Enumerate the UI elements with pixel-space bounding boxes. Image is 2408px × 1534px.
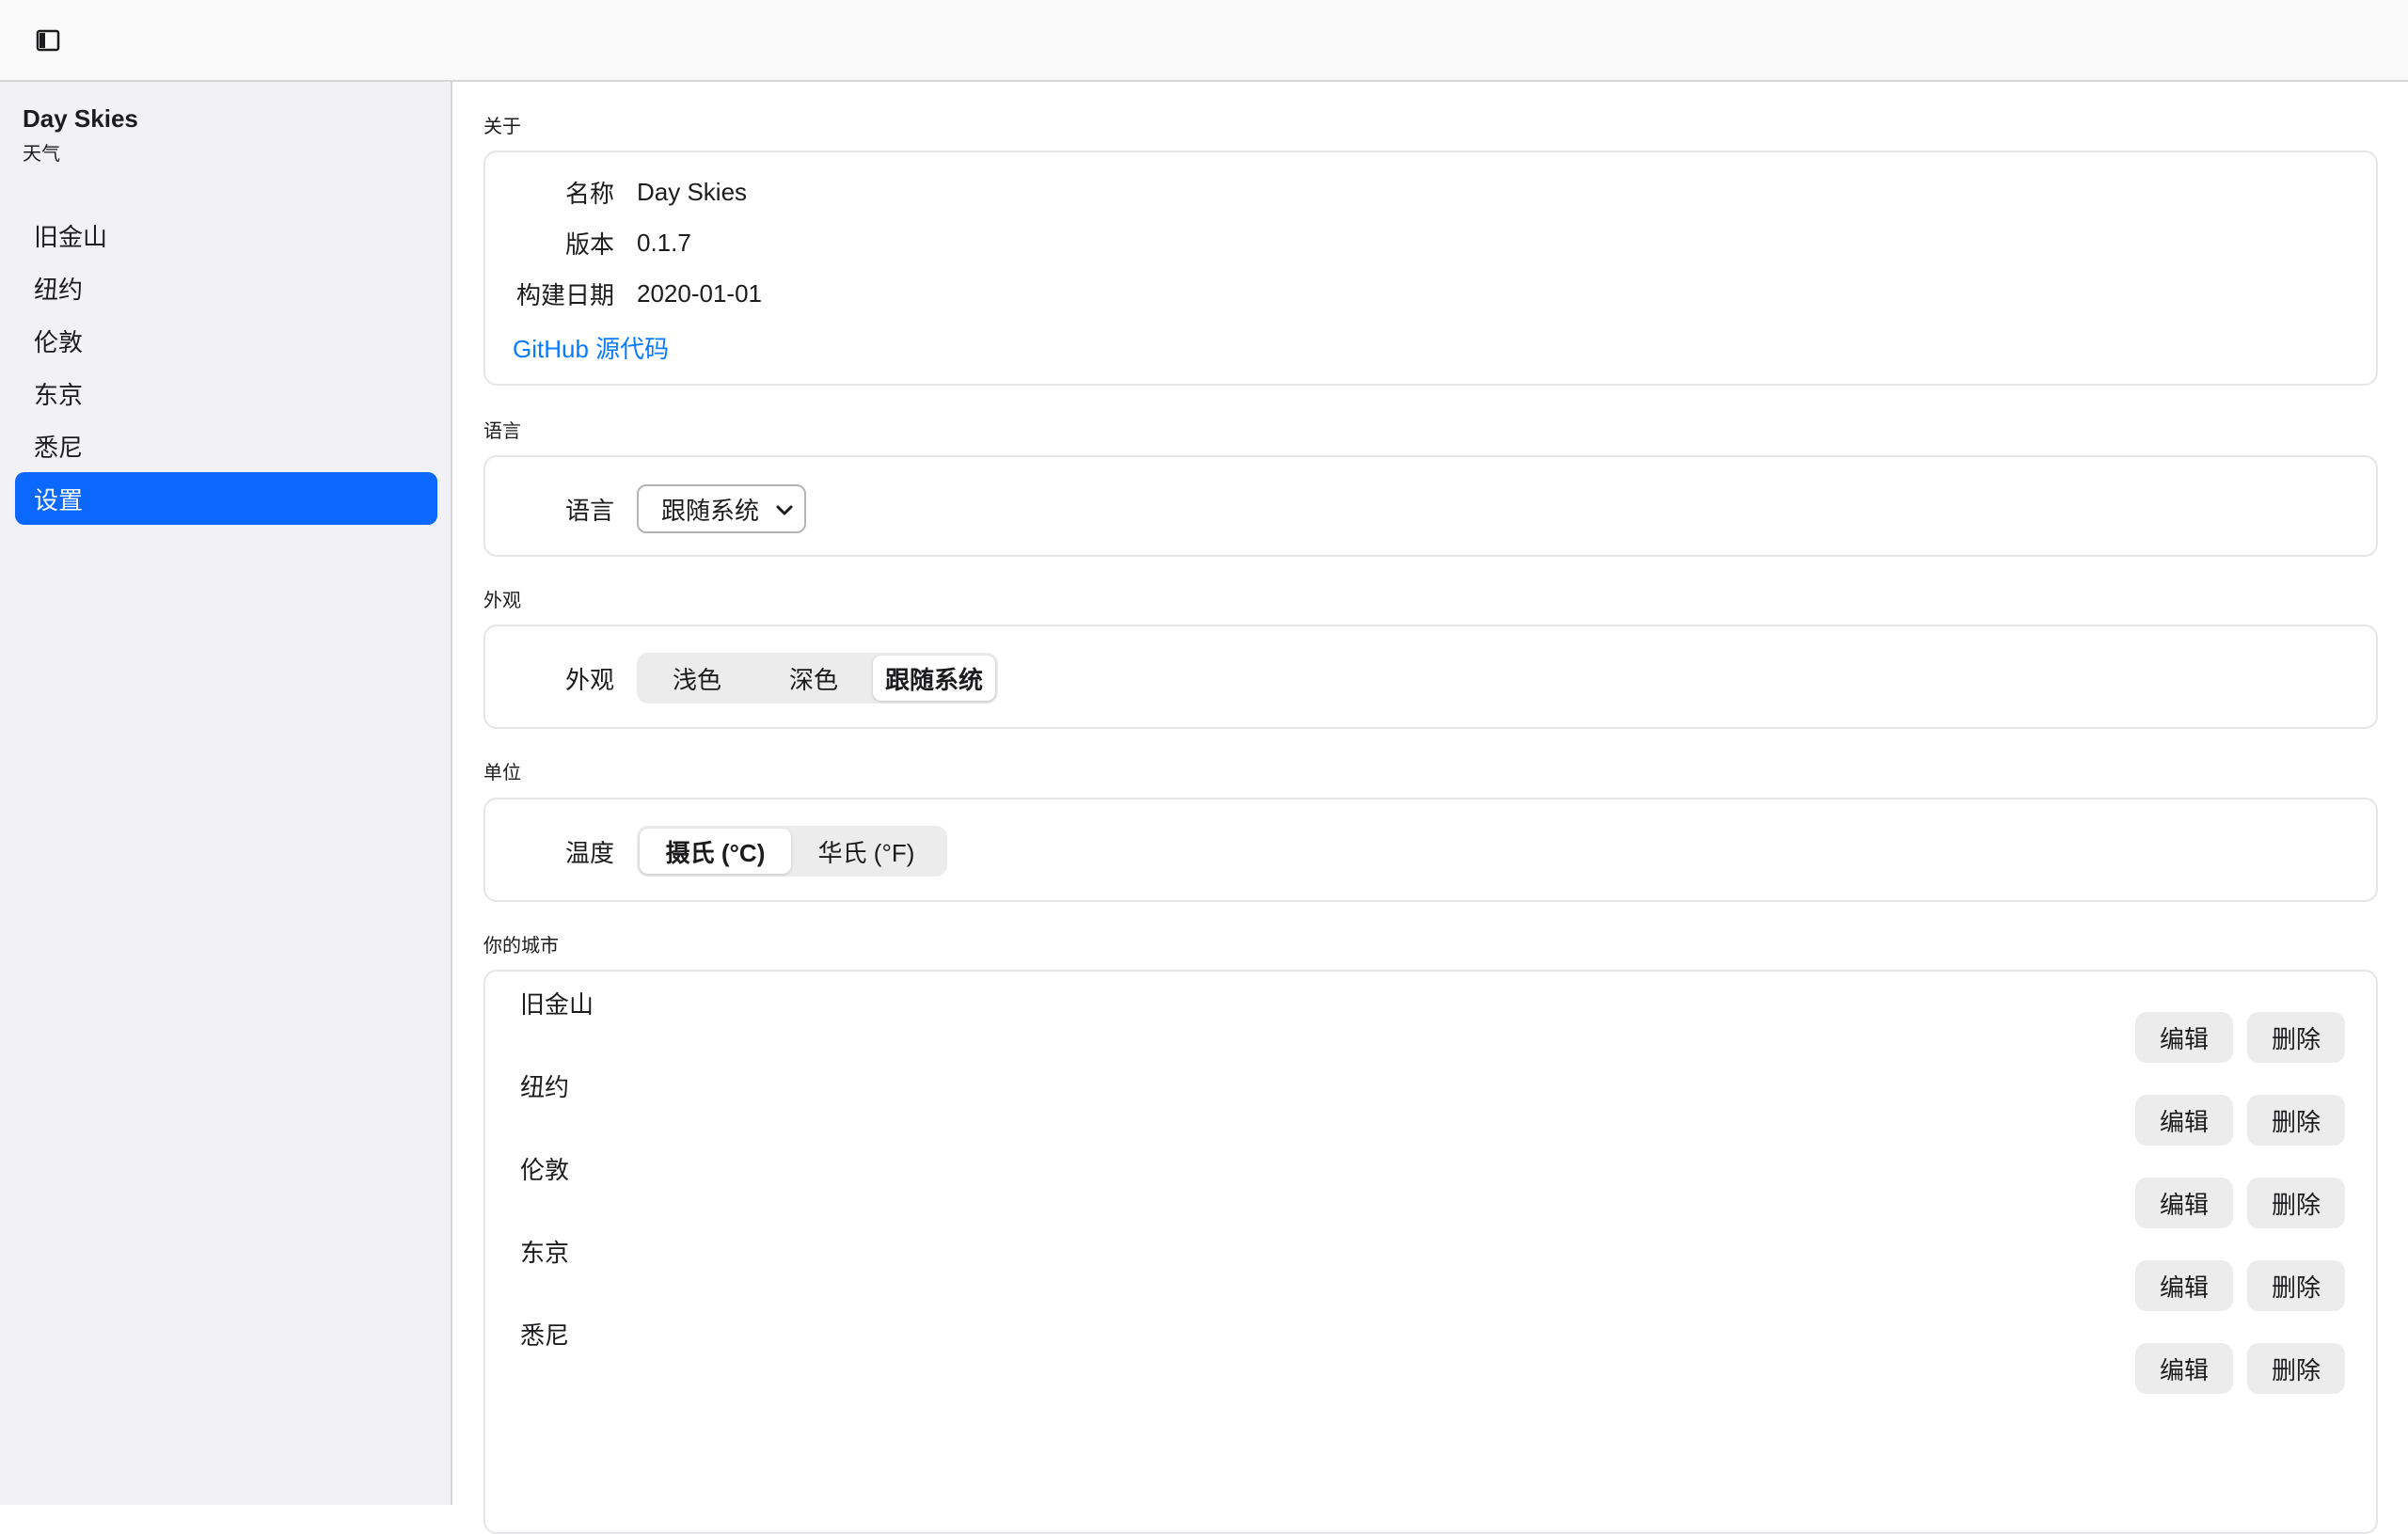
build-date-value: 2020-01-01: [637, 278, 762, 308]
appearance-row: 外观 浅色 深色 跟随系统: [513, 653, 998, 704]
edit-button[interactable]: 编辑: [2135, 1012, 2233, 1063]
sidebar: Day Skies 天气 旧金山 纽约 伦敦 东京 悉尼 设置: [0, 82, 452, 1505]
language-row: 语言 跟随系统: [513, 484, 806, 533]
edit-button[interactable]: 编辑: [2135, 1095, 2233, 1146]
delete-button[interactable]: 删除: [2247, 1260, 2345, 1311]
appearance-card: 外观 浅色 深色 跟随系统: [483, 625, 2378, 729]
section-title-language: 语言: [483, 421, 521, 442]
build-date-label: 构建日期: [515, 280, 614, 309]
appearance-light-option[interactable]: 浅色: [640, 656, 754, 701]
edit-button[interactable]: 编辑: [2135, 1260, 2233, 1311]
fahrenheit-option[interactable]: 华氏 (°F): [791, 829, 942, 874]
language-card: 语言 跟随系统: [483, 455, 2378, 557]
edit-button[interactable]: 编辑: [2135, 1178, 2233, 1228]
section-title-units: 单位: [483, 763, 521, 783]
sidebar-item-san-francisco[interactable]: 旧金山: [15, 209, 437, 261]
city-name: 悉尼: [520, 1321, 570, 1350]
appearance-label: 外观: [564, 665, 614, 694]
appearance-dark-option[interactable]: 深色: [754, 656, 873, 701]
units-card: 温度 摄氏 (°C) 华氏 (°F): [483, 798, 2378, 902]
language-label: 语言: [564, 496, 614, 525]
city-name: 旧金山: [520, 990, 594, 1019]
temperature-label: 温度: [564, 838, 614, 867]
delete-button[interactable]: 删除: [2247, 1343, 2345, 1394]
temperature-segmented-control: 摄氏 (°C) 华氏 (°F): [637, 826, 947, 877]
about-version-row: 版本 0.1.7: [513, 223, 691, 262]
language-select[interactable]: 跟随系统: [637, 484, 806, 533]
settings-content: 关于 名称 Day Skies 版本 0.1.7 构建日期 2020-01-01…: [454, 82, 2408, 1534]
sidebar-item-settings[interactable]: 设置: [15, 472, 437, 525]
cities-card: 旧金山 编辑 删除 纽约 编辑 删除 伦敦 编辑 删除 东京 编辑 删除 悉尼 …: [483, 970, 2378, 1534]
about-card: 名称 Day Skies 版本 0.1.7 构建日期 2020-01-01 Gi…: [483, 150, 2378, 386]
city-name: 东京: [520, 1239, 570, 1267]
version-value: 0.1.7: [637, 228, 691, 257]
sidebar-item-sydney[interactable]: 悉尼: [15, 419, 437, 472]
app-title: Day Skies: [23, 104, 138, 133]
sidebar-nav: 旧金山 纽约 伦敦 东京 悉尼 设置: [15, 209, 437, 525]
appearance-segmented-control: 浅色 深色 跟随系统: [637, 653, 998, 704]
github-source-link[interactable]: GitHub 源代码: [513, 330, 669, 365]
delete-button[interactable]: 删除: [2247, 1012, 2345, 1063]
language-select-value: 跟随系统: [661, 496, 760, 525]
name-label: 名称: [564, 179, 614, 208]
celsius-option[interactable]: 摄氏 (°C): [640, 829, 791, 874]
city-name: 纽约: [520, 1073, 570, 1101]
section-title-appearance: 外观: [483, 591, 521, 611]
delete-button[interactable]: 删除: [2247, 1178, 2345, 1228]
section-title-cities: 你的城市: [483, 936, 559, 957]
about-build-row: 构建日期 2020-01-01: [513, 274, 762, 313]
section-title-about: 关于: [483, 117, 521, 137]
sidebar-item-new-york[interactable]: 纽约: [15, 261, 437, 314]
sidebar-toggle-icon: [36, 29, 60, 52]
title-bar: [0, 0, 2408, 82]
sidebar-toggle-button[interactable]: [32, 24, 64, 56]
edit-button[interactable]: 编辑: [2135, 1343, 2233, 1394]
version-label: 版本: [564, 229, 614, 259]
delete-button[interactable]: 删除: [2247, 1095, 2345, 1146]
name-value: Day Skies: [637, 177, 748, 206]
sidebar-item-tokyo[interactable]: 东京: [15, 367, 437, 419]
appearance-system-option[interactable]: 跟随系统: [873, 656, 995, 701]
city-name: 伦敦: [520, 1156, 570, 1184]
temperature-row: 温度 摄氏 (°C) 华氏 (°F): [513, 826, 947, 877]
app-subtitle: 天气: [23, 144, 60, 165]
sidebar-item-london[interactable]: 伦敦: [15, 314, 437, 367]
chevron-down-icon: [776, 505, 793, 515]
about-name-row: 名称 Day Skies: [513, 172, 747, 212]
